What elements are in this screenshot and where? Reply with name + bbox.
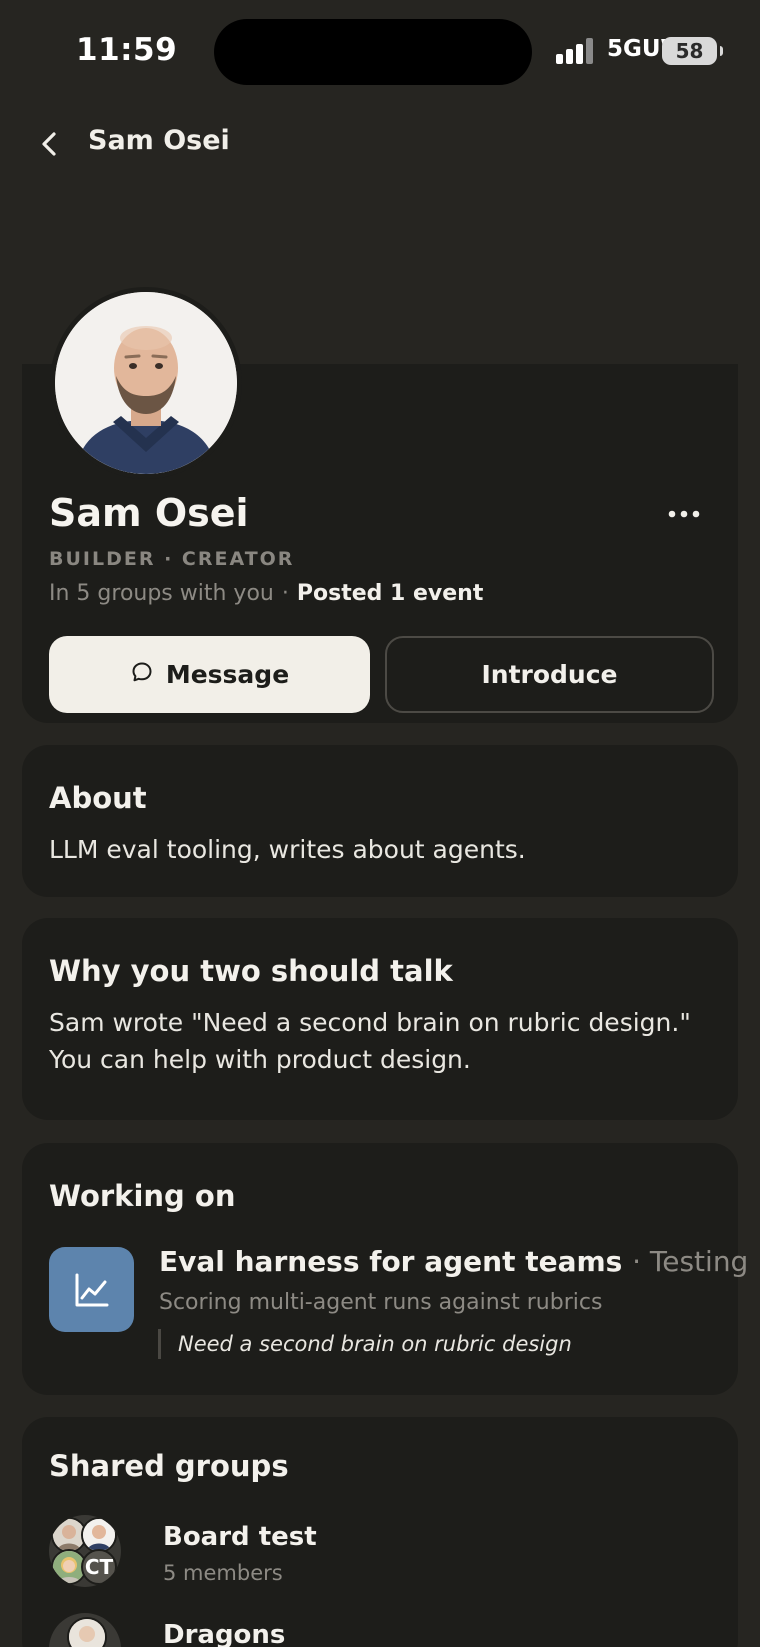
group-member-count: 5 members (163, 1561, 283, 1585)
about-text: LLM eval tooling, writes about agents. (49, 835, 526, 864)
battery-level: 58 (675, 39, 704, 63)
shared-groups-title: Shared groups (49, 1449, 289, 1483)
trending-chart-icon (49, 1247, 134, 1332)
why-talk-title: Why you two should talk (49, 954, 453, 988)
more-dots-icon[interactable] (664, 502, 704, 526)
group-row[interactable]: Dragons (49, 1613, 709, 1647)
status-time: 11:59 (76, 32, 178, 68)
group-avatar-stack: CT (49, 1515, 121, 1587)
project-quote: Need a second brain on rubric design (158, 1329, 572, 1359)
profile-name: Sam Osei (49, 491, 249, 535)
profile-roles: BUILDER · CREATOR (49, 548, 295, 570)
about-card: About LLM eval tooling, writes about age… (22, 745, 738, 897)
about-title: About (49, 781, 147, 815)
groups-with-you: In 5 groups with you (49, 581, 274, 606)
why-talk-card: Why you two should talk Sam wrote "Need … (22, 918, 738, 1120)
profile-meta: In 5 groups with you · Posted 1 event (49, 581, 483, 606)
chat-bubble-icon (130, 660, 154, 690)
group-name: Board test (163, 1522, 317, 1552)
battery-icon: 58 (662, 37, 723, 65)
project-subtitle: Scoring multi-agent runs against rubrics (159, 1290, 603, 1315)
group-row[interactable]: CT Board test 5 members (49, 1515, 709, 1587)
introduce-button[interactable]: Introduce (385, 636, 714, 713)
project-title: Eval harness for agent teams (159, 1245, 623, 1278)
introduce-button-label: Introduce (481, 660, 618, 689)
meta-separator: · (281, 581, 289, 606)
project-status: · Testing (632, 1245, 749, 1278)
working-on-card: Working on Eval harness for agent teams … (22, 1143, 748, 1395)
message-button[interactable]: Message (49, 636, 370, 713)
dynamic-island (214, 19, 532, 85)
status-bar: 11:59 5GUW 58 (0, 0, 760, 104)
avatar (50, 287, 242, 479)
member-initials-avatar: CT (81, 1549, 117, 1585)
why-talk-text: Sam wrote "Need a second brain on rubric… (49, 1008, 691, 1074)
member-avatar (67, 1617, 107, 1647)
chevron-left-icon[interactable] (30, 124, 70, 164)
page-title: Sam Osei (88, 125, 230, 156)
nav-header: Sam Osei (0, 112, 760, 176)
working-on-title: Working on (49, 1179, 236, 1213)
group-name: Dragons (163, 1620, 286, 1647)
signal-icon (556, 38, 596, 64)
shared-groups-card: Shared groups CT Board test 5 members Dr… (22, 1417, 738, 1647)
member-avatar (81, 1517, 117, 1553)
message-button-label: Message (165, 660, 290, 689)
project-item[interactable]: Eval harness for agent teams · Testing (159, 1245, 748, 1278)
group-avatar-stack (49, 1613, 121, 1647)
posted-events-link[interactable]: Posted 1 event (297, 581, 484, 606)
profile-screen: 11:59 5GUW 58 Sam Osei Sam Osei BUILDER … (0, 0, 760, 1647)
